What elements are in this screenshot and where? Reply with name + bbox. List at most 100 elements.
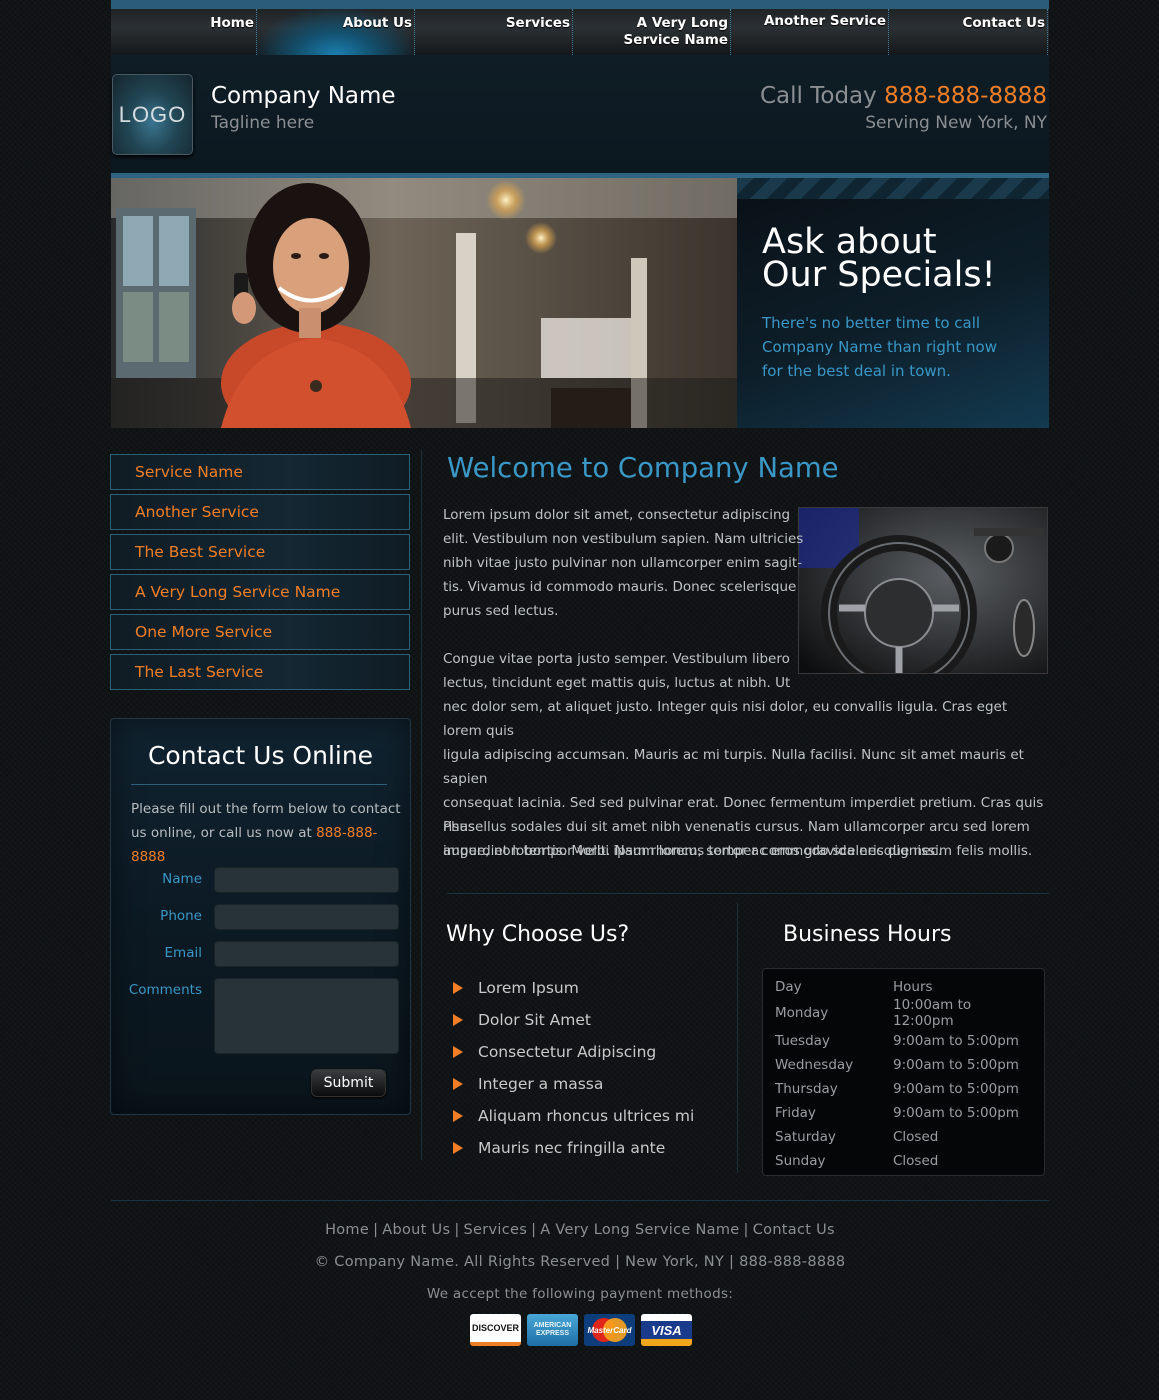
p1-line: elit. Vestibulum non vestibulum sapien. … (443, 531, 804, 547)
visa-card-icon: VISA (641, 1314, 692, 1346)
p3-line: Phasellus sodales dui sit amet nibh vene… (443, 819, 1030, 835)
nav-services[interactable]: Services (415, 9, 573, 55)
copyright: © Company Name. All Rights Reserved | Ne… (314, 1254, 846, 1270)
nav-about-us[interactable]: About Us (257, 9, 415, 55)
nav-another-service[interactable]: Another Service (731, 9, 889, 55)
p1-line: tis. Vivamus id commodo mauris. Donec sc… (443, 579, 797, 595)
closing-paragraph: Phasellus sodales dui sit amet nibh vene… (443, 815, 1030, 863)
service-link-best-service[interactable]: The Best Service (110, 534, 410, 570)
column-divider (421, 450, 422, 1160)
intro-paragraph: Lorem ipsum dolor sit amet, consectetur … (443, 503, 803, 623)
visa-card-text: VISA (651, 1322, 682, 1338)
arrow-bullet-icon (453, 1142, 463, 1154)
call-today: Call Today 888-888-8888 (760, 83, 1047, 109)
service-link-long-service[interactable]: A Very Long Service Name (110, 574, 410, 610)
promo-title: Ask about Our Specials! (762, 225, 996, 293)
nav-long-service[interactable]: A Very Long Service Name (573, 9, 731, 55)
service-link-another-service[interactable]: Another Service (110, 494, 410, 530)
service-link-last-service[interactable]: The Last Service (110, 654, 410, 690)
discover-card-text: DISCOVER (471, 1323, 519, 1333)
service-link-one-more[interactable]: One More Service (110, 614, 410, 650)
day-cell: Saturday (775, 1129, 836, 1145)
footer-link-about[interactable]: About Us (382, 1222, 450, 1238)
footer-link-long-service[interactable]: A Very Long Service Name (540, 1222, 739, 1238)
top-nav: Home About Us Services A Very Long Servi… (111, 0, 1049, 55)
table-row: Tuesday 9:00am to 5:00pm (775, 1029, 1032, 1053)
footer-link-services[interactable]: Services (464, 1222, 528, 1238)
footer-link-home[interactable]: Home (325, 1222, 369, 1238)
p2-line: nec dolor sem, at aliquet justo. Integer… (443, 699, 1008, 739)
day-cell: Monday (775, 1005, 829, 1021)
nav-home-label: Home (210, 15, 254, 31)
why-choose-list: Lorem Ipsum Dolor Sit Amet Consectetur A… (451, 975, 694, 1167)
arrow-bullet-icon (453, 1014, 463, 1026)
site-header: LOGO Company Name Tagline here Call Toda… (111, 55, 1049, 173)
table-header-row: Day Hours (775, 977, 1032, 997)
email-label: Email (164, 945, 202, 961)
p2-line: lectus, tincidunt eget mattis quis, luct… (443, 675, 791, 691)
nav-another-service-label: Another Service (763, 13, 886, 29)
logo-text: LOGO (118, 101, 187, 127)
day-cell: Tuesday (775, 1033, 830, 1049)
business-hours-table: Day Hours Monday 10:00am to 12:00pm Tuesd… (762, 968, 1045, 1176)
nav-about-label: About Us (342, 15, 412, 31)
list-item: Integer a massa (451, 1071, 694, 1103)
footer-separator: | (373, 1222, 379, 1238)
promo-text: There's no better time to call Company N… (762, 314, 997, 380)
service-link-service-name[interactable]: Service Name (110, 454, 410, 490)
name-label: Name (162, 871, 202, 887)
list-item: Mauris nec fringilla ante (451, 1135, 694, 1167)
table-row: Monday 10:00am to 12:00pm (775, 997, 1032, 1029)
comments-field[interactable] (214, 978, 399, 1054)
hours-cell: Closed (893, 1129, 939, 1145)
nav-home[interactable]: Home (111, 9, 257, 55)
list-item-text: Integer a massa (478, 1075, 604, 1093)
promo-stripe (737, 178, 1049, 199)
list-item: Aliquam rhoncus ultrices mi (451, 1103, 694, 1135)
submit-button[interactable]: Submit (311, 1069, 386, 1097)
nav-contact-us[interactable]: Contact Us (889, 9, 1048, 55)
arrow-bullet-icon (453, 1078, 463, 1090)
name-field[interactable] (214, 867, 399, 893)
hours-table: Day Hours Monday 10:00am to 12:00pm Tuesd… (775, 977, 1032, 1173)
p1-line: Lorem ipsum dolor sit amet, consectetur … (443, 507, 791, 523)
hours-cell: 9:00am to 5:00pm (893, 1057, 1019, 1073)
hours-cell: 9:00am to 5:00pm (893, 1033, 1019, 1049)
p3-line: imperdiet lobortis. Morbi ipsum lorem, s… (443, 843, 943, 859)
footer-link-contact[interactable]: Contact Us (753, 1222, 835, 1238)
contact-intro: Please fill out the form below to contac… (131, 797, 401, 869)
business-hours-heading: Business Hours (783, 922, 952, 947)
table-row: Sunday Closed (775, 1149, 1032, 1173)
contact-divider (131, 784, 387, 785)
content-divider (447, 893, 1049, 894)
day-column-header: Day (775, 979, 802, 995)
footer-divider (111, 1200, 1049, 1201)
day-cell: Sunday (775, 1153, 826, 1169)
hero-banner: Ask about Our Specials! There's no better… (111, 178, 1049, 428)
serving-area: Serving New York, NY (865, 113, 1047, 133)
day-cell: Friday (775, 1105, 816, 1121)
contact-title: Contact Us Online (147, 741, 374, 770)
phone-field[interactable] (214, 904, 399, 930)
p2-line: ligula adipiscing accumsan. Mauris ac mi… (443, 747, 1024, 787)
list-item-text: Aliquam rhoncus ultrices mi (478, 1107, 695, 1125)
p2-line: Congue vitae porta justo semper. Vestibu… (443, 651, 790, 667)
hero-photo (111, 178, 737, 428)
day-cell: Thursday (775, 1081, 838, 1097)
nav-long-service-label: A Very Long Service Name (623, 15, 728, 48)
header-phone[interactable]: 888-888-8888 (884, 83, 1047, 109)
list-item-text: Consectetur Adipiscing (478, 1043, 657, 1061)
email-field[interactable] (214, 941, 399, 967)
hours-cell: 9:00am to 5:00pm (893, 1081, 1019, 1097)
p1-line: nibh vitae justo pulvinar non ullamcorpe… (443, 555, 803, 571)
logo[interactable]: LOGO (112, 74, 193, 155)
call-label: Call Today (759, 83, 877, 109)
phone-label: Phone (160, 908, 202, 924)
arrow-bullet-icon (453, 1110, 463, 1122)
discover-card-icon: DISCOVER (470, 1314, 521, 1346)
table-row: Thursday 9:00am to 5:00pm (775, 1077, 1032, 1101)
hours-column-header: Hours (893, 979, 933, 995)
payment-cards: DISCOVER AMERICAN EXPRESS MasterCard VIS… (470, 1314, 692, 1346)
specials-promo: Ask about Our Specials! There's no better… (737, 178, 1049, 428)
service-menu: Service Name Another Service The Best Se… (110, 454, 410, 694)
